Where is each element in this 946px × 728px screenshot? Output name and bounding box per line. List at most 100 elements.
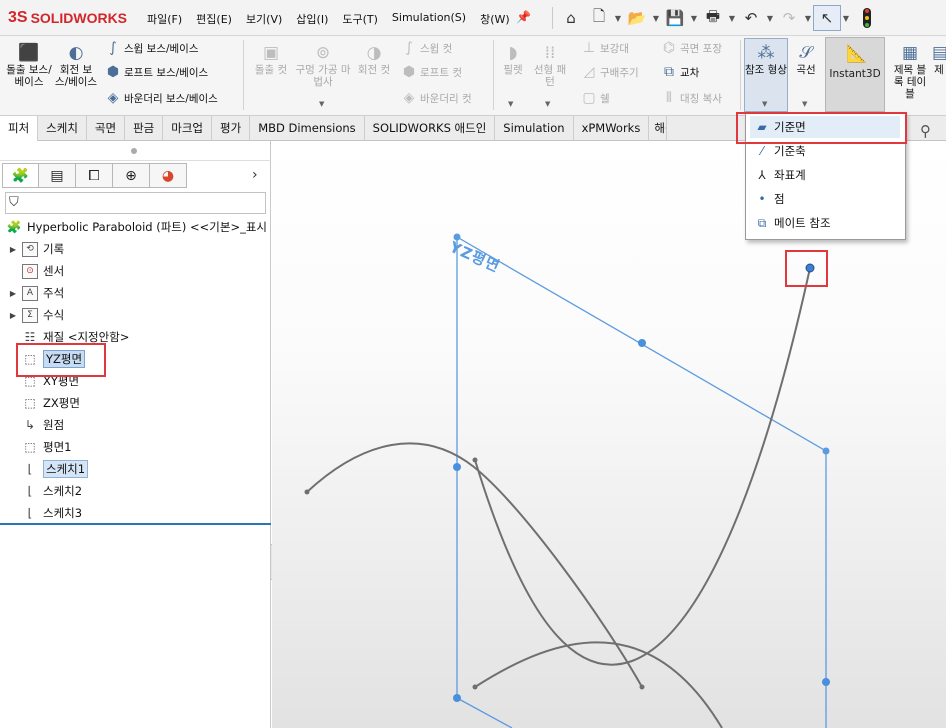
- tree-rollback-bar[interactable]: [0, 523, 271, 525]
- plane-edge-handle[interactable]: [822, 678, 830, 686]
- curve-endpoint[interactable]: [472, 457, 478, 463]
- print-dropdown-icon[interactable]: ▼: [727, 5, 737, 31]
- fillet-dropdown-icon[interactable]: ▼: [508, 100, 513, 108]
- sweep-cut-button[interactable]: ∫ 스윕 컷: [398, 40, 452, 56]
- expand-arrow-icon[interactable]: ▶: [6, 245, 20, 254]
- search-commands-icon[interactable]: ⚲: [920, 122, 931, 140]
- linear-pattern-button[interactable]: ⁞⁞ 선형 패턴: [530, 44, 570, 88]
- tab-xpmworks[interactable]: xPMWorks: [574, 116, 650, 141]
- yz-plane-bottom-edge[interactable]: [456, 697, 513, 728]
- mirror-button[interactable]: ⫴ 대칭 복사: [658, 90, 722, 106]
- tree-sketch1[interactable]: ⌊ 스케치1: [20, 459, 89, 479]
- display-manager-tab-icon[interactable]: ◕: [150, 163, 187, 188]
- tree-filter-input[interactable]: ⛉: [5, 192, 266, 214]
- tab-analysis[interactable]: 해석: [649, 116, 668, 141]
- curve-endpoint[interactable]: [639, 684, 645, 690]
- expand-arrow-icon[interactable]: ▶: [6, 311, 20, 320]
- tab-mbd-dimensions[interactable]: MBD Dimensions: [250, 116, 365, 141]
- sketch2-curve[interactable]: [474, 267, 811, 666]
- tree-equations[interactable]: ▶ Σ 수식: [6, 305, 64, 325]
- menu-edit[interactable]: 편집(E): [189, 11, 239, 27]
- tab-sheet-metal[interactable]: 판금: [125, 116, 164, 141]
- menu-file[interactable]: 파일(F): [140, 11, 189, 27]
- tree-sketch2[interactable]: ⌊ 스케치2: [20, 481, 82, 501]
- tab-simulation[interactable]: Simulation: [495, 116, 574, 141]
- tab-features[interactable]: 피처: [0, 116, 39, 141]
- tab-evaluate[interactable]: 평가: [212, 116, 251, 141]
- revolve-boss-button[interactable]: ◐ 회전 보스/베이스: [54, 44, 98, 88]
- menu-item-point[interactable]: • 점: [750, 188, 900, 210]
- menu-item-mate-reference[interactable]: ⧉ 메이트 참조: [750, 212, 900, 234]
- save-dropdown-icon[interactable]: ▼: [689, 5, 699, 31]
- redo-icon[interactable]: ↷: [775, 5, 803, 31]
- tree-sketch3[interactable]: ⌊ 스케치3: [20, 503, 82, 523]
- solidworks-logo[interactable]: 3S SOLIDWORKS: [8, 9, 127, 27]
- open-dropdown-icon[interactable]: ▼: [651, 5, 661, 31]
- curve-endpoint[interactable]: [304, 489, 310, 495]
- tree-origin[interactable]: ↳ 원점: [20, 415, 64, 435]
- menu-tools[interactable]: 도구(T): [335, 11, 385, 27]
- home-icon[interactable]: ⌂: [557, 5, 585, 31]
- feature-manager-tab-icon[interactable]: 🧩: [2, 163, 39, 188]
- rib-button[interactable]: ⊥ 보강대: [578, 40, 629, 56]
- new-document-icon[interactable]: 🗋: [585, 5, 613, 31]
- sweep-boss-button[interactable]: ∫ 스윕 보스/베이스: [102, 40, 198, 56]
- print-icon[interactable]: 🖶: [699, 5, 727, 31]
- linear-pattern-dropdown-icon[interactable]: ▼: [545, 100, 550, 108]
- pin-icon[interactable]: 📌: [516, 10, 531, 24]
- title-block-table-button[interactable]: ▦ 제목 블록 테이블: [892, 44, 928, 100]
- extra-ribbon-button[interactable]: ▤ 제: [932, 44, 946, 76]
- undo-dropdown-icon[interactable]: ▼: [765, 5, 775, 31]
- extrude-cut-button[interactable]: ▣ 돌출 컷: [251, 44, 291, 76]
- tab-solidworks-addins[interactable]: SOLIDWORKS 애드인: [365, 116, 496, 141]
- revolve-cut-button[interactable]: ◑ 회전 컷: [354, 44, 394, 76]
- pane-more-arrow-icon[interactable]: ›: [252, 167, 258, 183]
- sketch1-curve[interactable]: [306, 442, 643, 688]
- dimxpert-manager-tab-icon[interactable]: ⊕: [113, 163, 150, 188]
- reference-geometry-dropdown-icon[interactable]: ▼: [762, 100, 767, 108]
- intersect-button[interactable]: ⧉ 교차: [658, 64, 699, 80]
- undo-icon[interactable]: ↶: [737, 5, 765, 31]
- tree-history[interactable]: ▶ ⟲ 기록: [6, 239, 64, 259]
- tree-sensors[interactable]: ⊙ 센서: [20, 261, 64, 281]
- save-icon[interactable]: 💾: [661, 5, 689, 31]
- menu-item-coordinate-system[interactable]: ⅄ 좌표계: [750, 164, 900, 186]
- hole-wizard-button[interactable]: ⊚ 구멍 가공 마법사: [294, 44, 352, 88]
- new-dropdown-icon[interactable]: ▼: [613, 5, 623, 31]
- plane-edge-handle[interactable]: [638, 339, 646, 347]
- plane-edge-handle[interactable]: [453, 463, 461, 471]
- loft-cut-button[interactable]: ⬢ 로프트 컷: [398, 64, 462, 80]
- rebuild-traffic-light-icon[interactable]: [863, 8, 871, 28]
- instant3d-button[interactable]: 📐 Instant3D: [825, 37, 885, 112]
- tree-part-root[interactable]: 🧩 Hyperbolic Paraboloid (파트) <<기본>_표시: [4, 217, 267, 237]
- draft-button[interactable]: ◿ 구배주기: [578, 64, 639, 80]
- plane-corner-handle[interactable]: [453, 694, 461, 702]
- plane-corner-handle[interactable]: [822, 447, 830, 455]
- menu-simulation[interactable]: Simulation(S): [385, 11, 473, 27]
- tab-markup[interactable]: 마크업: [163, 116, 213, 141]
- select-cursor-icon[interactable]: ↖: [813, 5, 841, 31]
- configuration-manager-tab-icon[interactable]: ⧠: [76, 163, 113, 188]
- menu-window[interactable]: 창(W): [473, 11, 517, 27]
- redo-dropdown-icon[interactable]: ▼: [803, 5, 813, 31]
- menu-view[interactable]: 보기(V): [239, 11, 289, 27]
- wrap-button[interactable]: ⌬ 곡면 포장: [658, 40, 722, 56]
- curves-button[interactable]: 𝒮 곡선: [791, 44, 821, 76]
- menu-insert[interactable]: 삽입(I): [289, 11, 335, 27]
- tree-annotations[interactable]: ▶ A 주석: [6, 283, 64, 303]
- hole-wizard-dropdown-icon[interactable]: ▼: [319, 100, 324, 108]
- boundary-boss-button[interactable]: ◈ 바운더리 보스/베이스: [102, 90, 218, 106]
- fillet-button[interactable]: ◗ 필렛: [498, 44, 528, 76]
- yz-plane-outline[interactable]: [456, 236, 827, 728]
- loft-boss-button[interactable]: ⬢ 로프트 보스/베이스: [102, 64, 208, 80]
- tab-sketch[interactable]: 스케치: [38, 116, 87, 141]
- property-manager-tab-icon[interactable]: ▤: [39, 163, 76, 188]
- expand-arrow-icon[interactable]: ▶: [6, 289, 20, 298]
- curve-endpoint[interactable]: [472, 684, 478, 690]
- pane-grip[interactable]: [0, 141, 271, 161]
- extrude-boss-button[interactable]: ⬛ 돌출 보스/베이스: [6, 44, 52, 88]
- tree-plane1[interactable]: ⬚ 평면1: [20, 437, 71, 457]
- boundary-cut-button[interactable]: ◈ 바운더리 컷: [398, 90, 472, 106]
- sketch3-curve[interactable]: [474, 641, 723, 728]
- select-dropdown-icon[interactable]: ▼: [841, 5, 851, 31]
